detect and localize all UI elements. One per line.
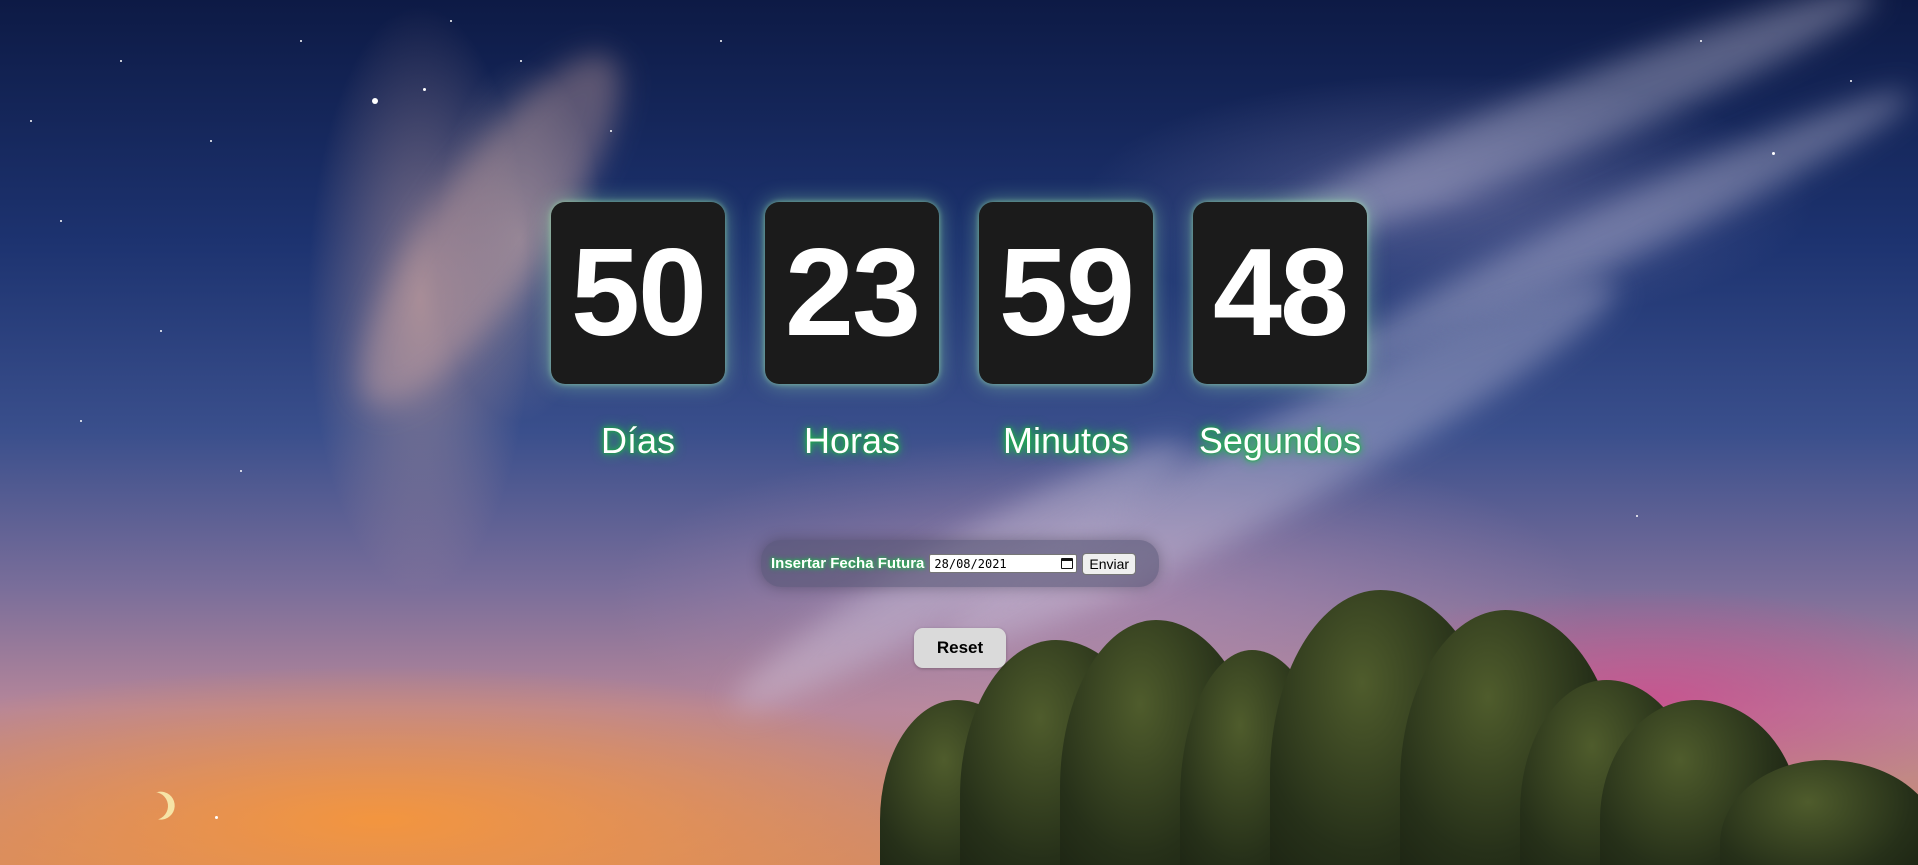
countdown-hours: 23 Horas bbox=[765, 202, 939, 462]
reset-button[interactable]: Reset bbox=[914, 628, 1006, 668]
countdown-days: 50 Días bbox=[551, 202, 725, 462]
hours-label: Horas bbox=[803, 420, 901, 461]
hours-value: 23 bbox=[765, 202, 939, 384]
seconds-label: Segundos bbox=[1198, 420, 1362, 461]
minutes-label: Minutos bbox=[1002, 420, 1130, 461]
seconds-value: 48 bbox=[1193, 202, 1367, 384]
date-value: 28/08/2021 bbox=[934, 556, 1007, 571]
future-date-label: Insertar Fecha Futura bbox=[771, 555, 925, 572]
calendar-icon[interactable] bbox=[1061, 558, 1074, 569]
days-value: 50 bbox=[551, 202, 725, 384]
future-date-form: Insertar Fecha Futura 28/08/2021 Enviar bbox=[761, 540, 1159, 587]
future-date-input[interactable]: 28/08/2021 bbox=[929, 554, 1078, 573]
submit-button[interactable]: Enviar bbox=[1082, 552, 1137, 575]
countdown-minutes: 59 Minutos bbox=[979, 202, 1153, 462]
countdown: 50 Días 23 Horas 59 Minutos 48 Segundos bbox=[551, 202, 1367, 462]
countdown-seconds: 48 Segundos bbox=[1193, 202, 1367, 462]
days-label: Días bbox=[600, 420, 676, 461]
minutes-value: 59 bbox=[979, 202, 1153, 384]
